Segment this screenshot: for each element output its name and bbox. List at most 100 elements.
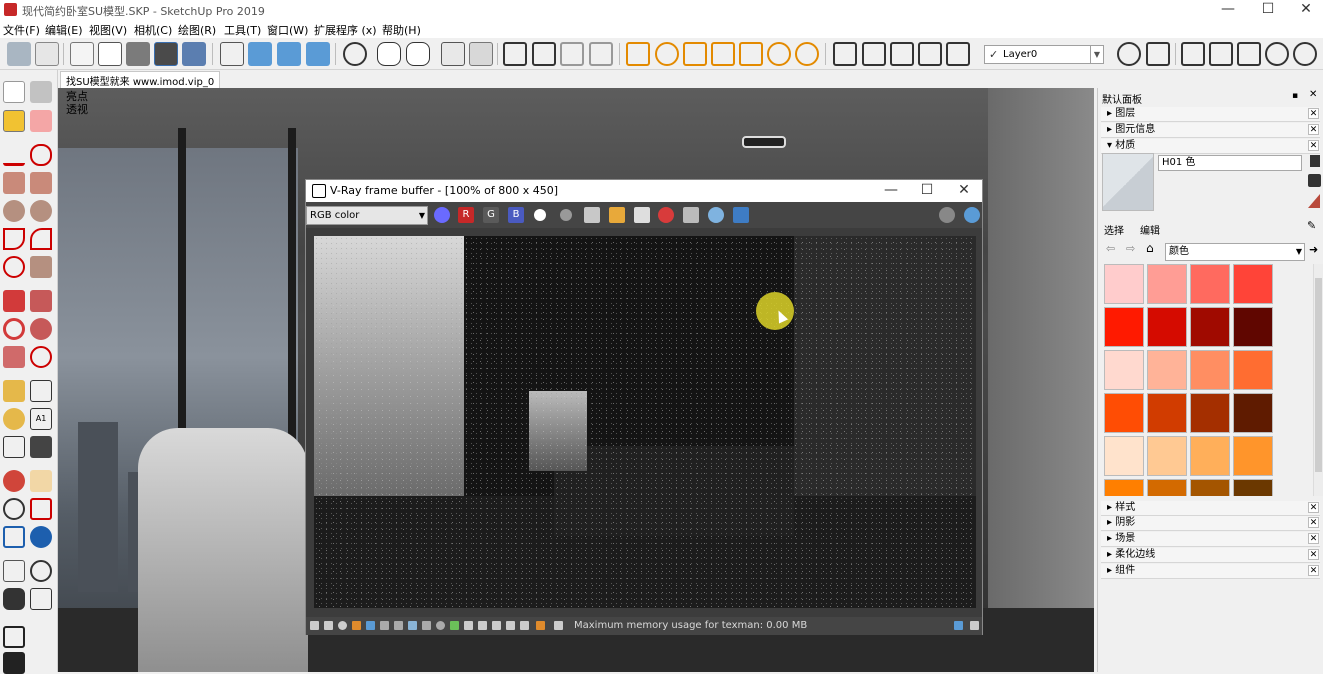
infinite-plane-icon[interactable] bbox=[833, 42, 857, 66]
region-render-icon[interactable] bbox=[733, 207, 749, 223]
stop-render-icon[interactable] bbox=[939, 207, 955, 223]
shaded-icon[interactable] bbox=[126, 42, 150, 66]
front-view-icon[interactable] bbox=[306, 42, 330, 66]
minimize-button[interactable]: — bbox=[1209, 0, 1247, 20]
section-materials[interactable]: ▾ 材质 ✕ bbox=[1101, 139, 1320, 154]
section-styles[interactable]: ▸ 样式 ✕ bbox=[1101, 501, 1320, 516]
layer-tools-icon[interactable] bbox=[1146, 42, 1170, 66]
vray-maximize-button[interactable]: ☐ bbox=[908, 181, 946, 201]
circle-icon[interactable] bbox=[3, 200, 25, 222]
create-material-icon[interactable] bbox=[1310, 155, 1320, 167]
section-components[interactable]: ▸ 组件 ✕ bbox=[1101, 564, 1320, 579]
color-swatch[interactable] bbox=[1233, 307, 1273, 347]
close-button[interactable]: ✕ bbox=[1287, 0, 1323, 20]
section-close-icon[interactable]: ✕ bbox=[1308, 565, 1319, 576]
line-icon[interactable] bbox=[3, 144, 25, 166]
proxy-import-icon[interactable] bbox=[890, 42, 914, 66]
alpha-gray-icon[interactable] bbox=[560, 209, 572, 221]
color-swatch[interactable] bbox=[1233, 264, 1273, 304]
lock-icon[interactable] bbox=[589, 42, 613, 66]
curves-icon[interactable] bbox=[408, 621, 417, 630]
channel-dropdown[interactable]: RGB color ▼ bbox=[306, 206, 428, 225]
layer-dropdown[interactable]: ✓ Layer0 ▼ bbox=[984, 45, 1104, 64]
exposure-icon[interactable] bbox=[366, 621, 375, 630]
section-icon[interactable] bbox=[35, 42, 59, 66]
sphere-light-icon[interactable] bbox=[655, 42, 679, 66]
forward-arrow-icon[interactable]: ⇨ bbox=[1126, 242, 1135, 255]
tray-close-icon[interactable]: ✕ bbox=[1309, 89, 1317, 100]
section-close-icon[interactable]: ✕ bbox=[1308, 549, 1319, 560]
look-around-icon[interactable] bbox=[30, 560, 52, 582]
protractor-icon[interactable] bbox=[3, 408, 25, 430]
home-icon[interactable]: ⌂ bbox=[1146, 241, 1154, 255]
pencil-icon[interactable]: ✎ bbox=[1307, 219, 1316, 232]
clipboard-icon[interactable] bbox=[634, 207, 650, 223]
mesh-clipper-icon[interactable] bbox=[946, 42, 970, 66]
freehand-icon[interactable] bbox=[30, 144, 52, 166]
top-view-icon[interactable] bbox=[277, 42, 301, 66]
color-swatch[interactable] bbox=[1147, 264, 1187, 304]
arc-icon[interactable] bbox=[3, 228, 25, 250]
orbit-icon[interactable] bbox=[220, 42, 244, 66]
section-close-icon[interactable]: ✕ bbox=[1308, 517, 1319, 528]
menu-help[interactable]: 帮助(H) bbox=[382, 22, 421, 38]
section-close-icon[interactable]: ✕ bbox=[1308, 124, 1319, 135]
section-plane-icon[interactable] bbox=[30, 588, 52, 610]
solid-trim-icon[interactable] bbox=[1237, 42, 1261, 66]
menu-file[interactable]: 文件(F) bbox=[3, 22, 40, 38]
section-close-icon[interactable]: ✕ bbox=[1308, 502, 1319, 513]
pan-icon[interactable] bbox=[30, 470, 52, 492]
color-swatch[interactable] bbox=[1104, 264, 1144, 304]
fur-icon[interactable] bbox=[918, 42, 942, 66]
sun-light-icon[interactable] bbox=[739, 42, 763, 66]
offset-icon[interactable] bbox=[30, 346, 52, 368]
default-material-icon[interactable] bbox=[1308, 194, 1320, 208]
select-icon[interactable] bbox=[3, 81, 25, 103]
color-swatch[interactable] bbox=[1233, 350, 1273, 390]
menu-tools[interactable]: 工具(T) bbox=[224, 22, 261, 38]
vertical-compare-icon[interactable] bbox=[506, 621, 515, 630]
color-swatch[interactable] bbox=[1233, 436, 1273, 476]
vray-minimize-button[interactable]: — bbox=[872, 181, 910, 201]
axes-icon[interactable] bbox=[3, 436, 25, 458]
lut-icon[interactable] bbox=[450, 621, 459, 630]
ab-compare-icon[interactable] bbox=[478, 621, 487, 630]
wireframe-icon[interactable] bbox=[98, 42, 122, 66]
color-swatch[interactable] bbox=[1104, 393, 1144, 433]
two-point-arc-icon[interactable] bbox=[30, 228, 52, 250]
solid-split-icon[interactable] bbox=[1293, 42, 1317, 66]
walk-icon[interactable] bbox=[3, 588, 25, 610]
section-close-icon[interactable]: ✕ bbox=[1308, 140, 1319, 151]
color-swatch[interactable] bbox=[1233, 479, 1273, 496]
details-arrow-icon[interactable]: ➜ bbox=[1309, 243, 1318, 256]
info-icon[interactable] bbox=[338, 621, 347, 630]
zoom-extents-icon[interactable] bbox=[3, 526, 25, 548]
interactive-render-icon[interactable] bbox=[406, 42, 430, 66]
green-channel-button[interactable]: G bbox=[483, 207, 499, 223]
move-icon[interactable] bbox=[3, 290, 25, 312]
pie-icon[interactable] bbox=[30, 256, 52, 278]
color-swatch[interactable] bbox=[1147, 479, 1187, 496]
outliner-icon[interactable] bbox=[3, 626, 25, 648]
section-entity-info[interactable]: ▸ 图元信息 ✕ bbox=[1101, 123, 1320, 138]
color-swatch[interactable] bbox=[1147, 393, 1187, 433]
windows-icon[interactable] bbox=[532, 42, 556, 66]
color-swatch[interactable] bbox=[1147, 350, 1187, 390]
blue-channel-button[interactable]: B bbox=[508, 207, 524, 223]
swap-icon[interactable] bbox=[520, 621, 529, 630]
pin-icon[interactable]: ▪ bbox=[1292, 91, 1298, 101]
color-swatch[interactable] bbox=[1104, 436, 1144, 476]
section-layers[interactable]: ▸ 图层 ✕ bbox=[1101, 107, 1320, 122]
solid-subtract-icon[interactable] bbox=[1209, 42, 1233, 66]
previous-view-icon[interactable] bbox=[30, 526, 52, 548]
hsl-icon[interactable] bbox=[394, 621, 403, 630]
follow-me-icon[interactable] bbox=[30, 318, 52, 340]
tab-select[interactable]: 选择 bbox=[1104, 222, 1124, 237]
settings-icon[interactable] bbox=[436, 621, 445, 630]
menu-draw[interactable]: 绘图(R) bbox=[178, 22, 216, 38]
check-icon[interactable] bbox=[3, 652, 25, 674]
dome-light-icon[interactable] bbox=[767, 42, 791, 66]
zoom-window-icon[interactable] bbox=[30, 498, 52, 520]
scale-icon[interactable] bbox=[3, 346, 25, 368]
window-icon[interactable] bbox=[503, 42, 527, 66]
